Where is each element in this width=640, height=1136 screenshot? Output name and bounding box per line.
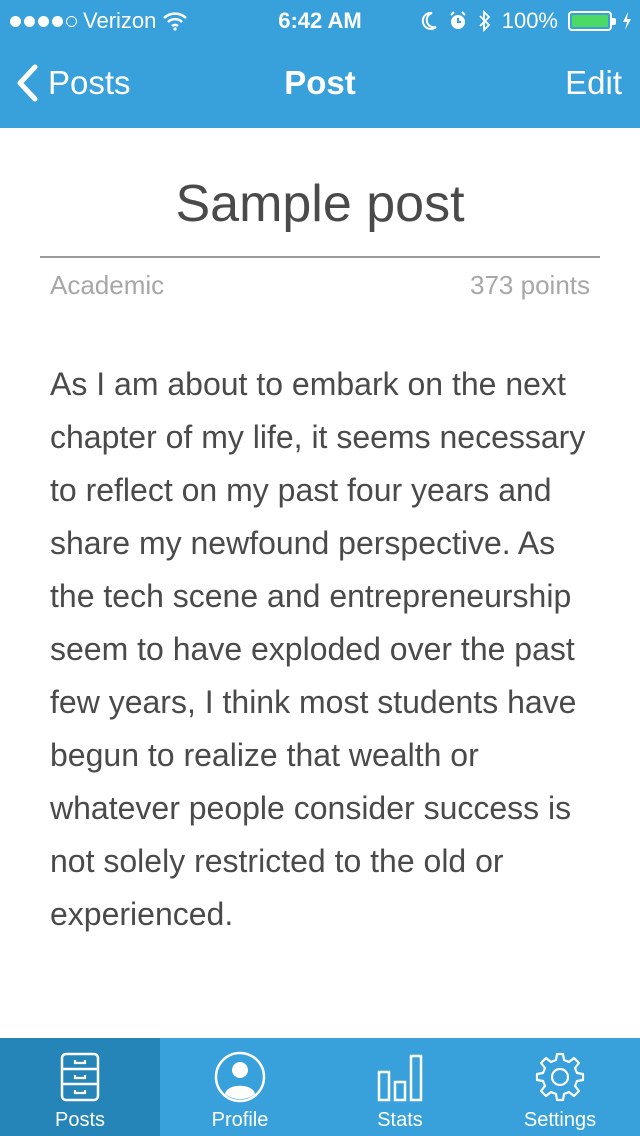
tab-profile[interactable]: Profile	[160, 1038, 320, 1136]
edit-button[interactable]: Edit	[565, 64, 622, 102]
gear-icon	[535, 1052, 585, 1102]
post-content[interactable]: Sample post Academic 373 points As I am …	[0, 128, 640, 1038]
tab-label: Profile	[211, 1109, 269, 1131]
nav-title: Post	[284, 64, 356, 101]
status-right: 100%	[420, 8, 632, 34]
bluetooth-icon	[479, 10, 490, 32]
bar-chart-icon	[377, 1054, 423, 1102]
tab-label: Stats	[377, 1109, 423, 1131]
header: Verizon 6:42 AM 100% Posts Post Edit	[0, 0, 640, 128]
tab-label: Settings	[523, 1109, 597, 1131]
tab-settings[interactable]: Settings	[480, 1038, 640, 1136]
tab-label: Posts	[54, 1109, 106, 1131]
status-bar: Verizon 6:42 AM 100%	[0, 0, 640, 40]
tab-bar: Posts Profile Stats Settings	[0, 1038, 640, 1136]
file-cabinet-icon	[60, 1052, 100, 1102]
post-title: Sample post	[175, 175, 465, 233]
post-category: Academic	[50, 270, 165, 300]
moon-icon	[421, 11, 437, 30]
alarm-icon	[450, 11, 466, 29]
battery-percent: 100%	[501, 8, 558, 33]
tab-stats[interactable]: Stats	[320, 1038, 480, 1136]
charging-icon	[623, 12, 631, 30]
tab-posts[interactable]: Posts	[0, 1038, 160, 1136]
post-points: 373 points	[470, 270, 590, 300]
person-icon	[214, 1051, 266, 1103]
post-body: As I am about to embark on the next chap…	[50, 366, 586, 932]
title-divider	[40, 256, 600, 258]
navigation-bar: Posts Post Edit	[0, 40, 640, 128]
battery-icon	[568, 11, 616, 31]
screen: Verizon 6:42 AM 100% Posts Post Edit Sam…	[0, 0, 640, 1136]
